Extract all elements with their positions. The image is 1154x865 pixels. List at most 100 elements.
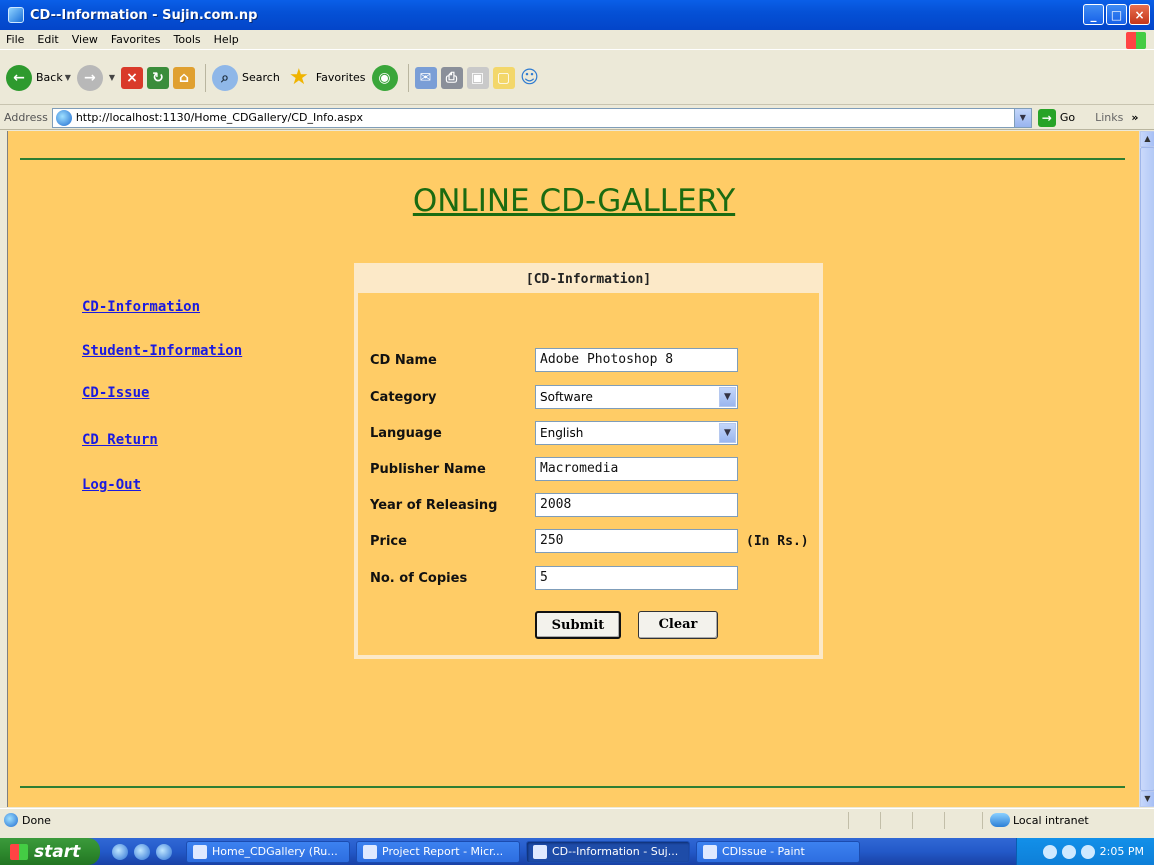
system-tray: 2:05 PM xyxy=(1016,838,1154,865)
nav-student-information[interactable]: Student-Information xyxy=(82,343,242,359)
mail-icon[interactable]: ✉ xyxy=(414,66,437,89)
task-project-report[interactable]: Project Report - Micr... xyxy=(356,840,520,863)
scroll-up-icon[interactable]: ▲ xyxy=(1140,131,1154,147)
menu-favorites[interactable]: Favorites xyxy=(111,33,161,46)
nav-log-out[interactable]: Log-Out xyxy=(82,477,141,493)
menu-view[interactable]: View xyxy=(72,33,98,46)
status-divider xyxy=(880,812,881,829)
zone-label: Local intranet xyxy=(1013,813,1089,827)
cd-name-input[interactable]: Adobe Photoshop 8 xyxy=(535,348,738,372)
ie-icon xyxy=(533,844,547,859)
browser-icon[interactable] xyxy=(134,843,150,860)
refresh-icon[interactable]: ↻ xyxy=(147,66,170,89)
window-title: CD--Information - Sujin.com.np xyxy=(30,7,258,23)
back-dropdown-icon[interactable]: ▼ xyxy=(65,73,71,82)
price-label: Price xyxy=(370,533,407,549)
forward-button[interactable]: → ▼ xyxy=(76,64,115,91)
media-player-icon[interactable] xyxy=(156,843,172,860)
ie-icon[interactable] xyxy=(112,843,128,860)
language-value: English xyxy=(540,426,584,440)
copies-label: No. of Copies xyxy=(370,570,468,586)
task-cdissue-paint[interactable]: CDIssue - Paint xyxy=(696,840,860,863)
status-bar: Done Local intranet xyxy=(0,808,1154,831)
chevron-down-icon[interactable]: ▼ xyxy=(719,387,736,407)
language-select[interactable]: English ▼ xyxy=(535,421,738,445)
search-icon: ⌕ xyxy=(212,64,239,91)
back-button[interactable]: ← Back ▼ xyxy=(6,64,71,91)
menu-file[interactable]: File xyxy=(6,33,24,46)
print-icon[interactable]: ⎙ xyxy=(440,66,463,89)
category-row: Category Software ▼ xyxy=(370,385,738,409)
media-icon[interactable]: ◉ xyxy=(371,64,398,91)
copies-row: No. of Copies 5 xyxy=(370,566,738,590)
scroll-down-icon[interactable]: ▼ xyxy=(1140,791,1154,807)
price-row: Price 250 (In Rs.) xyxy=(370,529,809,553)
back-arrow-icon: ← xyxy=(6,64,32,91)
nav-cd-information[interactable]: CD-Information xyxy=(82,299,200,315)
task-label: Project Report - Micr... xyxy=(382,845,504,858)
nav-cd-return[interactable]: CD Return xyxy=(82,432,158,448)
home-icon[interactable]: ⌂ xyxy=(173,66,196,89)
address-bar: Address http://localhost:1130/Home_CDGal… xyxy=(0,106,1154,130)
edit-icon[interactable]: ▣ xyxy=(466,66,489,89)
title-bar[interactable]: CD--Information - Sujin.com.np _ □ × xyxy=(0,0,1154,30)
address-dropdown-icon[interactable]: ▼ xyxy=(1013,108,1031,127)
close-button[interactable]: × xyxy=(1129,4,1150,25)
menu-edit[interactable]: Edit xyxy=(37,33,58,46)
start-button[interactable]: start xyxy=(0,838,100,865)
task-label: CDIssue - Paint xyxy=(722,845,805,858)
clock: 2:05 PM xyxy=(1099,845,1144,858)
copies-input[interactable]: 5 xyxy=(535,566,738,590)
browser-window: CD--Information - Sujin.com.np _ □ × Fil… xyxy=(0,0,1154,865)
year-label: Year of Releasing xyxy=(370,497,498,513)
volume-icon[interactable] xyxy=(1080,844,1095,859)
stop-icon[interactable]: × xyxy=(121,66,144,89)
top-divider xyxy=(20,158,1125,160)
publisher-label: Publisher Name xyxy=(370,461,486,477)
year-row: Year of Releasing 2008 xyxy=(370,493,738,517)
menu-tools[interactable]: Tools xyxy=(174,33,201,46)
submit-button[interactable]: Submit xyxy=(535,611,621,639)
messenger-icon[interactable]: ☺ xyxy=(519,67,541,89)
year-input[interactable]: 2008 xyxy=(535,493,738,517)
intranet-icon xyxy=(990,813,1010,827)
go-label: Go xyxy=(1059,111,1076,124)
nav-cd-issue[interactable]: CD-Issue xyxy=(82,385,149,401)
bottom-divider xyxy=(20,786,1125,788)
star-icon: ★ xyxy=(288,64,309,90)
task-home-cdgallery[interactable]: Home_CDGallery (Ru... xyxy=(186,840,350,863)
scroll-thumb[interactable] xyxy=(1140,147,1154,791)
favorites-label: Favorites xyxy=(315,71,366,84)
maximize-button[interactable]: □ xyxy=(1106,4,1127,25)
chevron-down-icon[interactable]: ▼ xyxy=(719,423,736,443)
go-button[interactable]: → Go xyxy=(1037,108,1076,127)
status-text: Done xyxy=(22,813,51,827)
task-label: Home_CDGallery (Ru... xyxy=(212,845,338,858)
vertical-scrollbar[interactable]: ▲ ▼ xyxy=(1139,131,1154,807)
category-select[interactable]: Software ▼ xyxy=(535,385,738,409)
clear-button[interactable]: Clear xyxy=(638,611,718,639)
windows-flag-icon xyxy=(10,843,28,860)
links-chevron-icon[interactable]: » xyxy=(1131,111,1138,124)
app-icon xyxy=(193,844,207,859)
network-icon[interactable] xyxy=(1061,844,1076,859)
status-divider xyxy=(982,812,983,829)
price-input[interactable]: 250 xyxy=(535,529,738,553)
security-zone[interactable]: Local intranet xyxy=(990,813,1089,827)
publisher-input[interactable]: Macromedia xyxy=(535,457,738,481)
menu-help[interactable]: Help xyxy=(214,33,239,46)
category-label: Category xyxy=(370,389,437,405)
language-row: Language English ▼ xyxy=(370,421,738,445)
status-divider xyxy=(848,812,849,829)
address-input[interactable]: http://localhost:1130/Home_CDGallery/CD_… xyxy=(51,107,1032,128)
minimize-button[interactable]: _ xyxy=(1083,4,1104,25)
task-cd-information[interactable]: CD--Information - Suj... xyxy=(526,840,690,863)
search-button[interactable]: ⌕ Search xyxy=(212,64,280,91)
standard-toolbar: ← Back ▼ → ▼ × ↻ ⌂ ⌕ Search ★ Favorites … xyxy=(0,51,1154,105)
links-button[interactable]: Links xyxy=(1095,111,1123,124)
forward-dropdown-icon[interactable]: ▼ xyxy=(109,73,115,82)
discuss-icon[interactable]: ▢ xyxy=(492,66,515,89)
tray-arrow-icon[interactable] xyxy=(1042,844,1057,859)
cd-name-row: CD Name Adobe Photoshop 8 xyxy=(370,348,738,372)
favorites-button[interactable]: ★ Favorites xyxy=(286,65,366,91)
